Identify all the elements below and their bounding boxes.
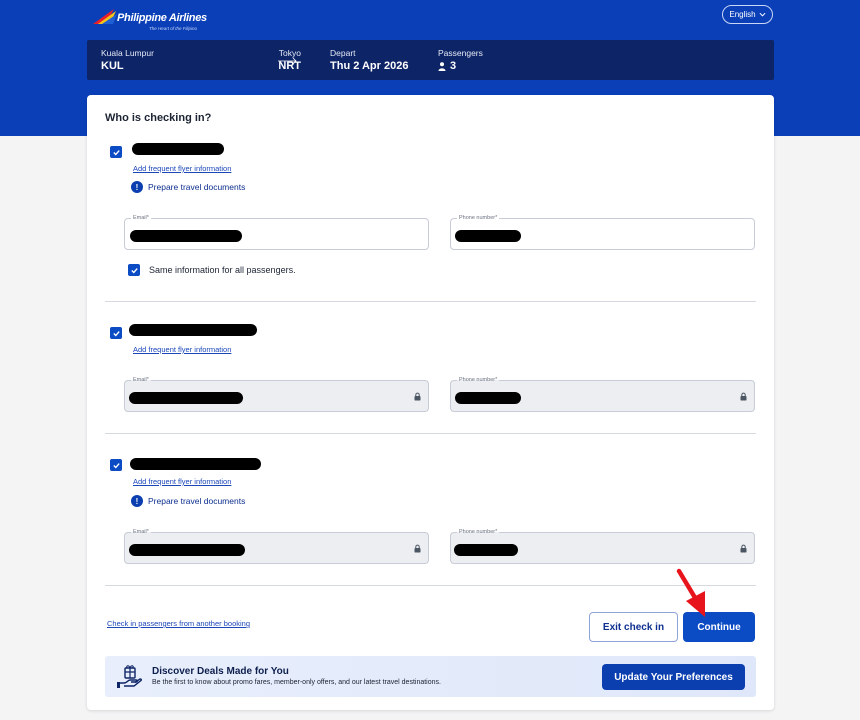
passenger-3-checkbox[interactable] <box>110 459 122 471</box>
brand-tagline: The Heart of the Filipino <box>149 26 198 31</box>
update-preferences-button[interactable]: Update Your Preferences <box>602 664 745 690</box>
passenger-1-name-redacted <box>132 143 224 155</box>
phone-label: Phone number* <box>457 529 500 535</box>
brand-name: Philippine Airlines <box>117 12 207 24</box>
depart-info: Depart Thu 2 Apr 2026 <box>330 48 408 72</box>
phone-value-redacted <box>454 544 518 556</box>
passengers-info: Passengers 3 <box>438 48 483 72</box>
exit-checkin-button[interactable]: Exit check in <box>589 612 678 642</box>
email-label: Email* <box>131 377 151 383</box>
lock-icon <box>740 392 747 401</box>
lock-icon <box>414 544 421 553</box>
passenger-divider <box>105 301 756 302</box>
destination-code: NRT <box>278 60 301 72</box>
same-info-label: Same information for all passengers. <box>149 265 296 275</box>
email-value-redacted <box>129 392 243 404</box>
email-label: Email* <box>131 529 151 535</box>
deals-banner: Discover Deals Made for You Be the first… <box>105 656 756 697</box>
info-icon: ! <box>131 181 143 193</box>
destination: Tokyo NRT <box>277 48 301 72</box>
email-value-redacted <box>129 544 245 556</box>
same-info-checkbox[interactable] <box>128 264 140 276</box>
checkmark-icon <box>112 330 120 336</box>
passenger-1-prepare-documents[interactable]: ! Prepare travel documents <box>131 181 245 193</box>
phone-label: Phone number* <box>457 215 500 221</box>
depart-label: Depart <box>330 48 356 58</box>
passenger-3-prepare-documents[interactable]: ! Prepare travel documents <box>131 495 245 507</box>
annotation-arrow-icon <box>676 568 705 617</box>
lock-icon <box>414 392 421 401</box>
info-icon: ! <box>131 495 143 507</box>
passenger-1-frequent-flyer-link[interactable]: Add frequent flyer information <box>133 164 231 173</box>
chevron-down-icon <box>759 12 766 17</box>
prepare-documents-label: Prepare travel documents <box>148 496 246 506</box>
passenger-3-email-field: Email* <box>124 529 429 564</box>
gift-hand-icon <box>117 665 143 688</box>
passenger-divider <box>105 433 756 434</box>
destination-city: Tokyo <box>278 48 301 58</box>
origin: Kuala Lumpur KUL <box>101 48 154 72</box>
other-booking-link[interactable]: Check in passengers from another booking <box>107 619 250 628</box>
language-label: English <box>729 10 756 19</box>
checkmark-icon <box>112 462 120 468</box>
passenger-3-frequent-flyer-link[interactable]: Add frequent flyer information <box>133 477 231 486</box>
passenger-1-email-field[interactable]: Email* <box>124 215 429 250</box>
passenger-2-email-field: Email* <box>124 377 429 412</box>
passenger-3-name-redacted <box>130 458 261 470</box>
person-icon <box>438 61 446 71</box>
checkin-title: Who is checking in? <box>105 112 212 124</box>
airline-logo[interactable]: Philippine Airlines The Heart of the Fil… <box>92 4 212 32</box>
passenger-1-phone-field[interactable]: Phone number* <box>450 215 755 250</box>
airline-logo-mark-icon <box>93 9 117 24</box>
checkmark-icon <box>112 149 120 155</box>
footer-divider <box>105 585 756 586</box>
deals-subtitle: Be the first to know about promo fares, … <box>152 679 441 686</box>
passenger-1-checkbox[interactable] <box>110 146 122 158</box>
prepare-documents-label: Prepare travel documents <box>148 182 246 192</box>
checkin-card: Who is checking in? Add frequent flyer i… <box>87 95 774 710</box>
origin-code: KUL <box>101 60 124 72</box>
flight-summary-bar: Kuala Lumpur KUL Tokyo NRT Depart Thu 2 … <box>87 40 774 80</box>
checkmark-icon <box>130 267 138 273</box>
phone-value-redacted <box>455 230 521 242</box>
passenger-2-frequent-flyer-link[interactable]: Add frequent flyer information <box>133 345 231 354</box>
passengers-label: Passengers <box>438 48 483 58</box>
same-info-option[interactable]: Same information for all passengers. <box>128 264 296 276</box>
passengers-count: 3 <box>450 60 457 72</box>
depart-date: Thu 2 Apr 2026 <box>330 60 409 72</box>
passenger-2-checkbox[interactable] <box>110 327 122 339</box>
passenger-2-name-redacted <box>129 324 257 336</box>
origin-city: Kuala Lumpur <box>101 48 154 58</box>
lock-icon <box>740 544 747 553</box>
deals-title: Discover Deals Made for You <box>152 666 289 677</box>
passenger-2-phone-field: Phone number* <box>450 377 755 412</box>
email-label: Email* <box>131 215 151 221</box>
passenger-3-phone-field: Phone number* <box>450 529 755 564</box>
language-selector[interactable]: English <box>722 5 773 24</box>
phone-value-redacted <box>455 392 521 404</box>
email-value-redacted <box>130 230 242 242</box>
phone-label: Phone number* <box>457 377 500 383</box>
